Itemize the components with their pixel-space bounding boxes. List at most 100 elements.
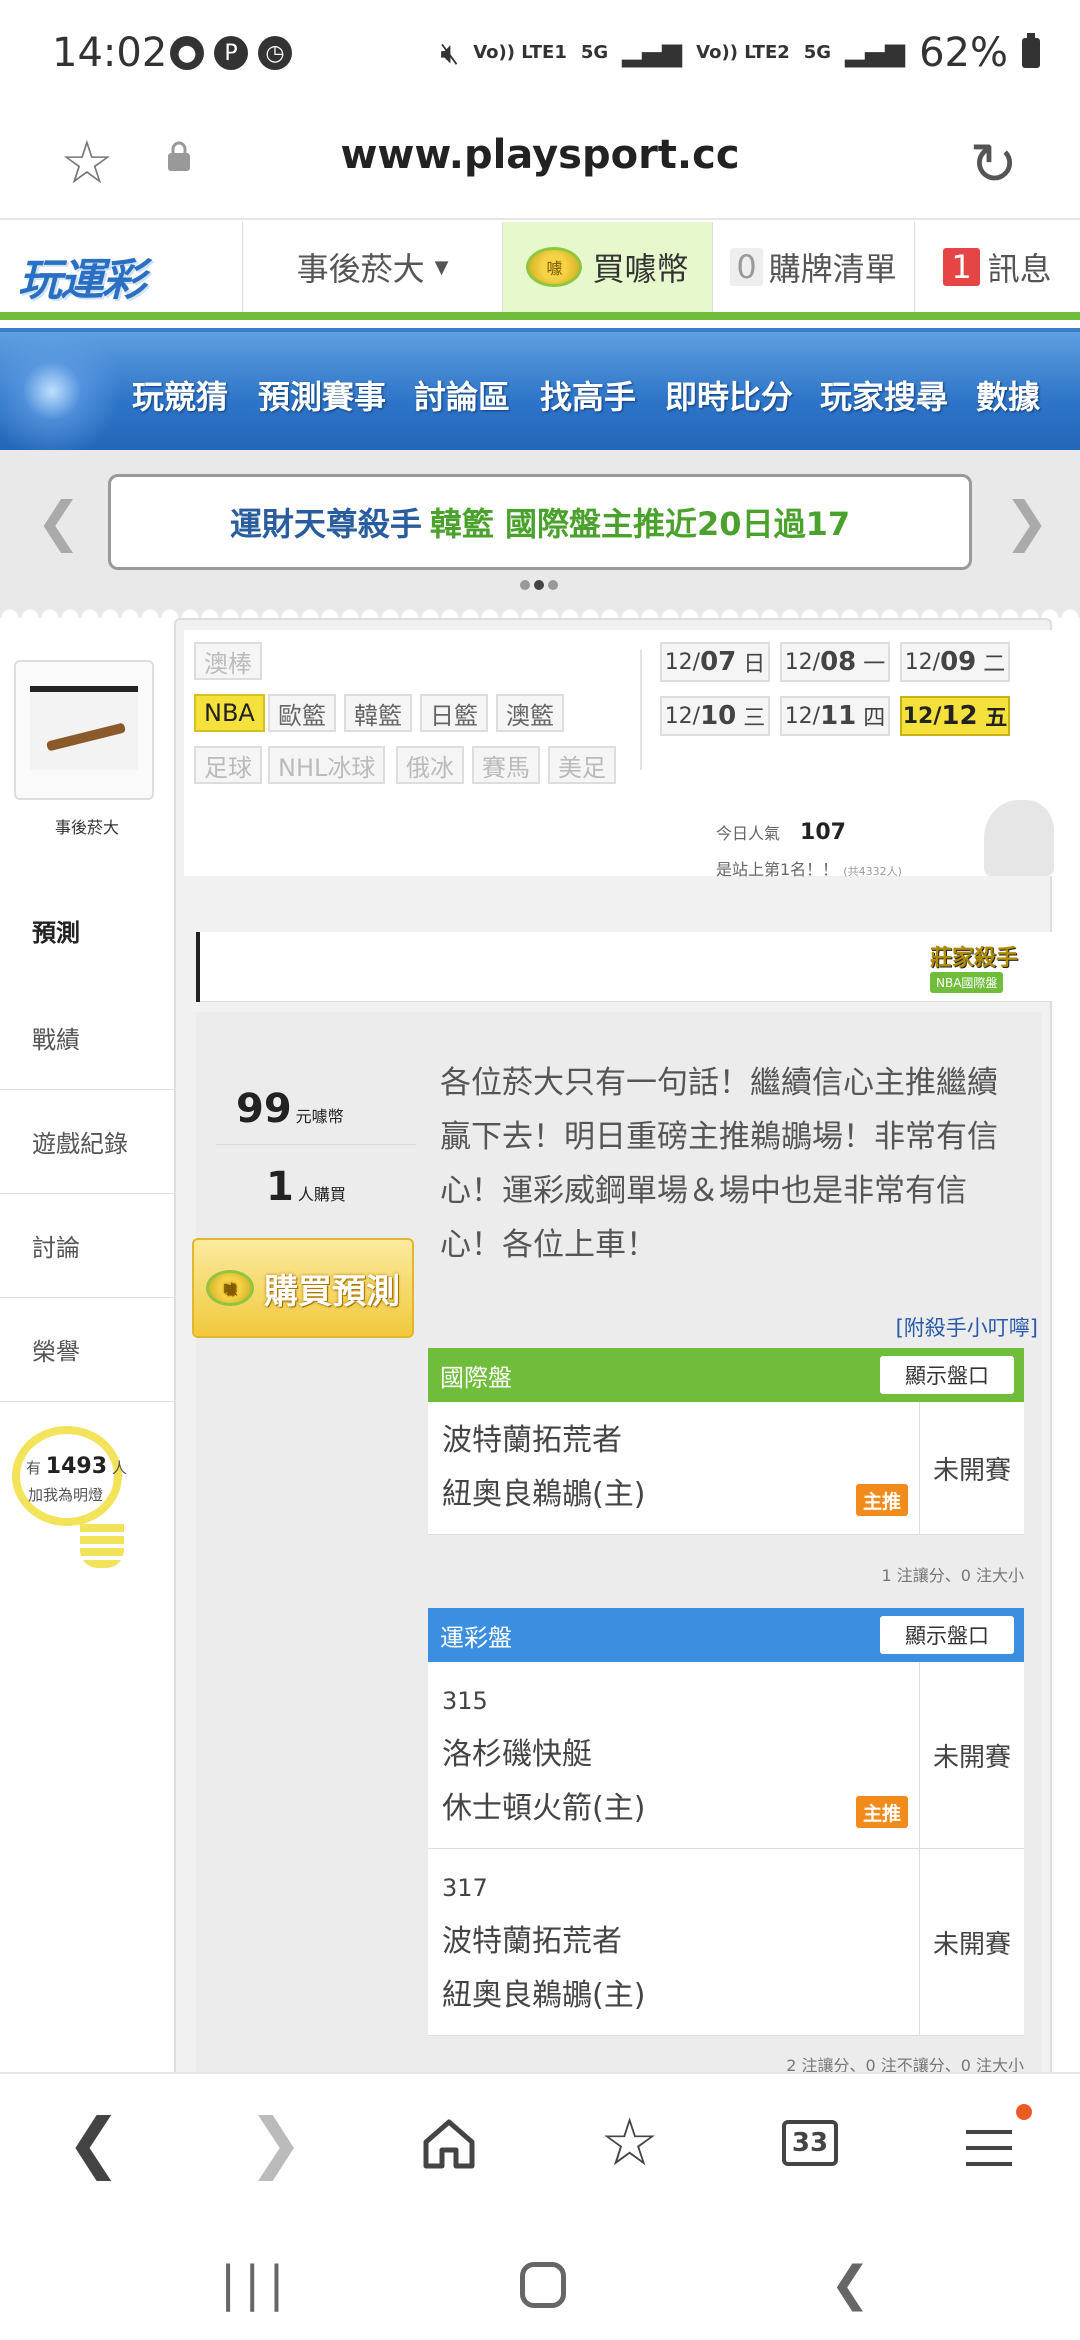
bookmarks-star-icon[interactable]: ☆	[600, 2104, 659, 2181]
price: 99 元噱幣	[236, 1086, 344, 1132]
carousel-next-icon[interactable]: ❯	[1004, 490, 1049, 553]
date-weekday: 二	[983, 652, 1006, 677]
back-icon[interactable]: ❮	[66, 2104, 121, 2181]
scallop-border	[0, 604, 1080, 618]
buy-coins-label: 買噱幣	[592, 250, 689, 288]
coin-icon: 噱	[206, 1270, 254, 1306]
sidebar-item-record[interactable]: 戰績	[0, 986, 174, 1090]
date-tab[interactable]: 12/10 三	[660, 696, 770, 736]
messages-link[interactable]: 1 訊息	[914, 222, 1080, 312]
sidebar-menu: 預測 戰績 遊戲紀錄 討論 榮譽	[0, 874, 174, 1402]
sidebar: 事後菸大 預測 戰績 遊戲紀錄 討論 榮譽 有 1493 人 加我為明燈	[0, 618, 174, 2072]
buy-prediction-button[interactable]: 噱 購買預測	[192, 1238, 414, 1338]
browser-url-bar: ☆ www.playsport.cc ↻	[0, 110, 1080, 220]
nav-decoration	[0, 332, 130, 450]
league-tag-selected[interactable]: NBA	[194, 694, 265, 732]
user-menu[interactable]: 事後菸大 ▼	[242, 222, 502, 312]
follow-label: 加我為明燈	[28, 1486, 104, 1504]
purchase-list-link[interactable]: 0 購牌清單	[712, 222, 914, 312]
intl-panel-header: 國際盤 顯示盤口	[428, 1348, 1024, 1402]
url-text[interactable]: www.playsport.cc	[0, 132, 1080, 178]
parking-icon: P	[214, 36, 248, 70]
league-tag[interactable]: 韓籃	[344, 694, 412, 732]
main-nav: 玩競猜 預測賽事 討論區 找高手 即時比分 玩家搜尋 數據	[0, 328, 1080, 450]
site-logo[interactable]: 玩運彩	[18, 244, 146, 308]
promo-banner[interactable]: 運財天尊殺手 韓籃 國際盤主推近20日過17	[108, 474, 972, 570]
show-odds-button[interactable]: 顯示盤口	[880, 1616, 1014, 1654]
popularity-label: 今日人氣	[716, 824, 781, 843]
nav-live-score[interactable]: 即時比分	[665, 372, 793, 418]
user-avatar[interactable]	[14, 660, 154, 800]
date-tab-selected[interactable]: 12/12 五	[900, 696, 1010, 736]
league-tag[interactable]: 歐籃	[268, 694, 336, 732]
league-tag[interactable]: 澳棒	[194, 642, 262, 680]
recents-icon[interactable]: |||	[220, 2256, 293, 2312]
date-tab[interactable]: 12/11 四	[780, 696, 890, 736]
league-tag[interactable]: 澳籃	[496, 694, 564, 732]
carousel-dots	[520, 580, 558, 590]
menu-icon[interactable]	[966, 2130, 1012, 2178]
popularity-total: (共4332人)	[843, 865, 902, 878]
home-icon[interactable]	[420, 2116, 478, 2172]
league-tag[interactable]: NHL冰球	[268, 746, 386, 784]
lte1-label: Vo)) LTE1	[473, 42, 567, 63]
nav-predict[interactable]: 預測賽事	[258, 372, 386, 418]
game-row: 317 波特蘭拓荒者 紐奧良鵜鶘(主) 未開賽	[428, 1849, 1024, 2036]
game-number: 315	[442, 1687, 488, 1715]
notification-dot	[1016, 2104, 1032, 2120]
reload-icon[interactable]: ↻	[969, 130, 1018, 198]
caret-down-icon: ▼	[434, 256, 449, 278]
date-tab[interactable]: 12/07 日	[660, 642, 770, 682]
price-unit: 元噱幣	[295, 1107, 344, 1126]
forward-icon[interactable]: ❯	[248, 2104, 303, 2181]
lottery-panel-title: 運彩盤	[440, 1623, 512, 1652]
buy-coins-button[interactable]: 噱 買噱幣	[502, 222, 712, 312]
carousel-dot[interactable]	[520, 580, 530, 590]
system-icons: 🔇︎ Vo)) LTE1 5G ▂▄▆ Vo)) LTE2 5G ▂▄▆ 62%	[440, 30, 1040, 76]
menu-line	[966, 2130, 1012, 2134]
sidebar-username[interactable]: 事後菸大	[0, 814, 174, 838]
home-team: 紐奧良鵜鶘(主)	[442, 1978, 646, 2013]
system-back-icon[interactable]: ❮	[830, 2256, 870, 2312]
tabs-button[interactable]: 33	[782, 2120, 838, 2166]
menu-line	[966, 2146, 1012, 2150]
sidebar-item-game-history[interactable]: 遊戲紀錄	[0, 1090, 174, 1194]
chat-icon: ●	[170, 36, 204, 70]
site-header: 玩運彩 事後菸大 ▼ 噱 買噱幣 0 購牌清單 1 訊息	[0, 222, 1080, 320]
carousel-dot[interactable]	[548, 580, 558, 590]
nav-data[interactable]: 數據	[976, 372, 1040, 418]
banner-accent	[196, 932, 200, 1002]
sidebar-item-honor[interactable]: 榮譽	[0, 1298, 174, 1402]
league-tag[interactable]: 美足	[548, 746, 616, 784]
date-month: 12/	[784, 703, 821, 729]
system-home-icon[interactable]	[520, 2262, 566, 2308]
date-tab[interactable]: 12/08 一	[780, 642, 890, 682]
game-row: 波特蘭拓荒者 紐奧良鵜鶘(主) 主推 未開賽	[428, 1402, 1024, 1535]
followers-line: 有 1493 人	[26, 1454, 127, 1479]
game-number: 317	[442, 1874, 488, 1902]
nav-guess[interactable]: 玩競猜	[132, 372, 228, 418]
signal2-icon: ▂▄▆	[845, 38, 906, 68]
date-day: 09	[940, 647, 977, 677]
follow-lightbulb-button[interactable]: 有 1493 人 加我為明燈	[12, 1426, 127, 1526]
league-tag[interactable]: 日籃	[420, 694, 488, 732]
timer-icon: ◷	[258, 36, 292, 70]
date-month: 12/	[784, 649, 821, 675]
carousel-dot-active[interactable]	[534, 580, 544, 590]
carousel-prev-icon[interactable]: ❮	[36, 490, 81, 553]
sidebar-item-predict[interactable]: 預測	[0, 874, 174, 986]
sidebar-item-discuss[interactable]: 討論	[0, 1194, 174, 1298]
battery-percent: 62%	[919, 30, 1008, 76]
nav-player-search[interactable]: 玩家搜尋	[820, 372, 948, 418]
league-tag[interactable]: 俄冰	[396, 746, 464, 784]
filter-divider	[640, 650, 642, 770]
tips-link[interactable]: [附殺手小叮嚀]	[896, 1312, 1038, 1342]
nav-experts[interactable]: 找高手	[540, 372, 636, 418]
game-teams: 315 洛杉磯快艇 休士頓火箭(主)	[428, 1662, 920, 1848]
league-tag[interactable]: 足球	[194, 746, 262, 784]
home-team: 紐奧良鵜鶘(主)	[442, 1477, 646, 1512]
show-odds-button[interactable]: 顯示盤口	[880, 1356, 1014, 1394]
date-tab[interactable]: 12/09 二	[900, 642, 1010, 682]
league-tag[interactable]: 賽馬	[472, 746, 540, 784]
nav-forum[interactable]: 討論區	[414, 372, 510, 418]
